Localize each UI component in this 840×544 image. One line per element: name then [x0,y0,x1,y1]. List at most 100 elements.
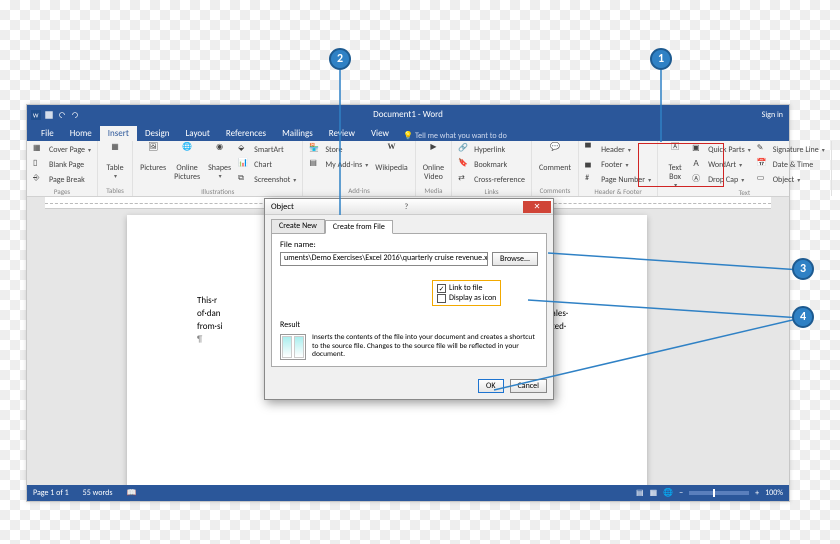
textbox-button[interactable]: 🄰Text Box [662,143,688,188]
result-icon [280,334,306,360]
ribbon-tabs: File Home Insert Design Layout Reference… [27,124,789,141]
my-addins-button[interactable]: ▤My Add-ins [307,158,370,172]
shapes-button[interactable]: ◉Shapes [205,143,234,179]
tab-create-from-file[interactable]: Create from File [325,220,393,234]
datetime-icon: 📅 [757,158,771,172]
tab-insert[interactable]: Insert [100,126,137,141]
window-title: Document1 - Word [373,109,443,120]
save-icon[interactable] [44,110,54,120]
object-button[interactable]: ▭Object [755,173,827,187]
tab-home[interactable]: Home [62,126,100,141]
table-button[interactable]: ▦Table [102,143,128,179]
tab-mailings[interactable]: Mailings [274,126,321,141]
break-icon: ⎆ [33,173,47,187]
group-pages: ▦Cover Page ▯Blank Page ⎆Page Break Page… [27,141,98,196]
screenshot-icon: ⧉ [238,173,252,187]
object-dialog: Object ? ✕ Create New Create from File F… [264,198,554,400]
signature-icon: ✎ [757,143,771,157]
callout-1: 1 [650,48,672,70]
pictures-button[interactable]: 🖼Pictures [137,143,169,173]
zoom-slider[interactable] [689,491,749,495]
result-description: Inserts the contents of the file into yo… [312,334,538,360]
crossref-icon: ⇄ [458,173,472,187]
online-pictures-button[interactable]: 🌐Online Pictures [171,143,203,182]
tab-references[interactable]: References [218,126,274,141]
zoom-in-icon[interactable]: + [755,488,759,498]
quick-parts-button[interactable]: ▣Quick Parts [690,143,753,157]
footer-button[interactable]: ▄Footer [583,158,653,172]
browse-button[interactable]: Browse... [492,252,538,266]
comment-button[interactable]: 💬Comment [536,143,574,173]
drop-cap-button[interactable]: ⒶDrop Cap [690,173,753,187]
file-name-label: File name: [280,240,538,250]
dialog-title: Object [271,202,294,212]
callout-4: 4 [792,306,814,328]
page-icon: ▦ [33,143,47,157]
store-button[interactable]: 🏪Store [307,143,370,157]
status-bar: Page 1 of 1 55 words 📖 ▤ ▦ 🌐 − + 100% [27,485,789,501]
date-time-button[interactable]: 📅Date & Time [755,158,827,172]
tab-layout[interactable]: Layout [178,126,218,141]
signin[interactable]: Sign in [762,110,783,120]
wikipedia-icon: W [381,143,401,163]
hyperlink-button[interactable]: 🔗Hyperlink [456,143,527,157]
shapes-icon: ◉ [210,143,230,163]
page-icon: ▯ [33,158,47,172]
proofing-icon[interactable]: 📖 [126,488,136,498]
page-number-button[interactable]: #Page Number [583,173,653,187]
wordart-button[interactable]: ＡWordArt [690,158,753,172]
svg-text:W: W [33,111,39,119]
group-addins: 🏪Store ▤My Add-ins WWikipedia Add-ins [303,141,415,196]
help-icon[interactable]: ? [404,202,408,212]
group-tables: ▦Table Tables [98,141,133,196]
bulb-icon: 💡 [403,131,413,141]
word-count[interactable]: 55 words [83,488,113,498]
group-comments: 💬Comment Comments [532,141,579,196]
page-indicator[interactable]: Page 1 of 1 [33,488,69,498]
header-button[interactable]: ▀Header [583,143,653,157]
zoom-level[interactable]: 100% [765,488,783,498]
tab-review[interactable]: Review [321,126,363,141]
page-break-button[interactable]: ⎆Page Break [31,173,93,187]
chart-button[interactable]: 📊Chart [236,158,298,172]
wikipedia-button[interactable]: WWikipedia [372,143,410,173]
smartart-button[interactable]: ⬙SmartArt [236,143,298,157]
web-layout-icon[interactable]: 🌐 [663,488,673,498]
tellme[interactable]: 💡Tell me what you want to do [403,131,507,141]
zoom-out-icon[interactable]: − [679,488,683,498]
group-text: 🄰Text Box ▣Quick Parts ＡWordArt ⒶDrop Ca… [658,141,832,196]
display-as-icon-checkbox[interactable] [437,294,446,303]
file-name-input[interactable]: uments\Demo Exercises\Excel 2016\quarter… [280,252,488,266]
read-mode-icon[interactable]: ▤ [636,488,644,498]
online-video-button[interactable]: ▶Online Video [420,143,447,182]
ribbon: ▦Cover Page ▯Blank Page ⎆Page Break Page… [27,141,789,197]
tab-design[interactable]: Design [137,126,178,141]
callout-2: 2 [329,48,351,70]
cross-reference-button[interactable]: ⇄Cross-reference [456,173,527,187]
undo-icon[interactable] [57,110,67,120]
group-illustrations: 🖼Pictures 🌐Online Pictures ◉Shapes ⬙Smar… [133,141,303,196]
cancel-button[interactable]: Cancel [510,379,548,393]
blank-page-button[interactable]: ▯Blank Page [31,158,93,172]
title-bar: W Document1 - Word Sign in [27,105,789,124]
bookmark-button[interactable]: 🔖Bookmark [456,158,527,172]
result-label: Result [280,320,538,330]
tab-view[interactable]: View [363,126,397,141]
header-icon: ▀ [585,143,599,157]
redo-icon[interactable] [70,110,80,120]
link-to-file-checkbox[interactable]: ✓ [437,284,446,293]
table-icon: ▦ [105,143,125,163]
tab-file[interactable]: File [33,126,62,141]
print-layout-icon[interactable]: ▦ [650,488,658,498]
screenshot-button[interactable]: ⧉Screenshot [236,173,298,187]
signature-line-button[interactable]: ✎Signature Line [755,143,827,157]
ok-button[interactable]: OK [478,379,503,393]
dialog-titlebar[interactable]: Object ? ✕ [265,199,553,215]
group-media: ▶Online Video Media [416,141,452,196]
store-icon: 🏪 [309,143,323,157]
cover-page-button[interactable]: ▦Cover Page [31,143,93,157]
tab-create-new[interactable]: Create New [271,219,325,233]
hyperlink-icon: 🔗 [458,143,472,157]
close-icon[interactable]: ✕ [523,201,551,213]
word-icon: W [31,110,41,120]
